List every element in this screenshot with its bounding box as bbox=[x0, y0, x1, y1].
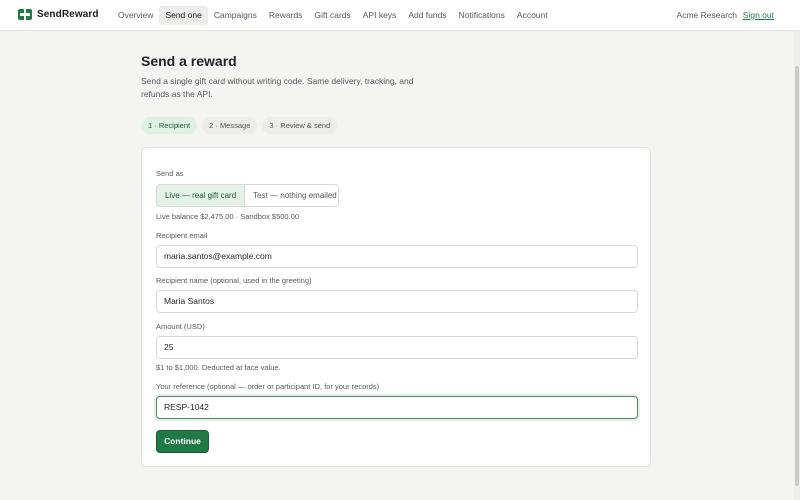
nav-item-gift-cards[interactable]: Gift cards bbox=[308, 6, 356, 25]
nav-item-campaigns[interactable]: Campaigns bbox=[208, 6, 263, 25]
main-nav: Overview Send one Campaigns Rewards Gift… bbox=[112, 6, 554, 25]
amount-hint: $1 to $1,000. Deducted at face value. bbox=[156, 363, 281, 372]
gift-logo-icon bbox=[18, 9, 32, 20]
recipient-name-label: Recipient name (optional, used in the gr… bbox=[156, 276, 312, 285]
recipient-name-input[interactable]: Maria Santos bbox=[156, 290, 638, 313]
step-recipient: 1 · Recipient bbox=[141, 117, 198, 134]
org-name: Acme Research bbox=[676, 10, 737, 20]
step-review-send: 3 · Review & send bbox=[262, 117, 338, 134]
nav-item-notifications[interactable]: Notifications bbox=[453, 6, 511, 25]
continue-button[interactable]: Continue bbox=[156, 430, 209, 453]
nav-item-send-one[interactable]: Send one bbox=[159, 6, 208, 25]
send-mode-toggle: Live — real gift card Test — nothing ema… bbox=[156, 184, 339, 207]
reference-input[interactable]: RESP-1042 bbox=[156, 396, 638, 419]
step-indicator: 1 · Recipient 2 · Message 3 · Review & s… bbox=[141, 117, 338, 134]
nav-item-rewards[interactable]: Rewards bbox=[263, 6, 309, 25]
amount-input[interactable]: 25 bbox=[156, 336, 638, 359]
send-reward-form: Send as Live — real gift card Test — not… bbox=[141, 147, 651, 467]
amount-label: Amount (USD) bbox=[156, 322, 205, 331]
page-scrollbar[interactable] bbox=[794, 31, 800, 500]
nav-item-overview[interactable]: Overview bbox=[112, 6, 159, 25]
recipient-email-label: Recipient email bbox=[156, 231, 208, 240]
balance-hint: Live balance $2,475.00 · Sandbox $500.00 bbox=[156, 212, 300, 221]
top-navigation-bar: SendReward Overview Send one Campaigns R… bbox=[0, 0, 800, 31]
nav-item-account[interactable]: Account bbox=[511, 6, 554, 25]
sign-out-link[interactable]: Sign out bbox=[743, 10, 774, 20]
nav-item-add-funds[interactable]: Add funds bbox=[402, 6, 452, 25]
brand-name: SendReward bbox=[37, 9, 99, 20]
nav-item-api-keys[interactable]: API keys bbox=[357, 6, 403, 25]
page-description: Send a single gift card without writing … bbox=[141, 76, 414, 99]
live-mode-option[interactable]: Live — real gift card bbox=[157, 185, 246, 206]
scrollbar-thumb[interactable] bbox=[795, 66, 799, 486]
step-message: 2 · Message bbox=[202, 117, 258, 134]
send-as-label: Send as bbox=[156, 169, 184, 178]
test-mode-option[interactable]: Test — nothing emailed bbox=[245, 185, 338, 206]
page-title: Send a reward bbox=[141, 53, 237, 69]
recipient-email-input[interactable]: maria.santos@example.com bbox=[156, 245, 638, 268]
brand[interactable]: SendReward bbox=[18, 9, 99, 20]
reference-label: Your reference (optional — order or part… bbox=[156, 382, 380, 391]
